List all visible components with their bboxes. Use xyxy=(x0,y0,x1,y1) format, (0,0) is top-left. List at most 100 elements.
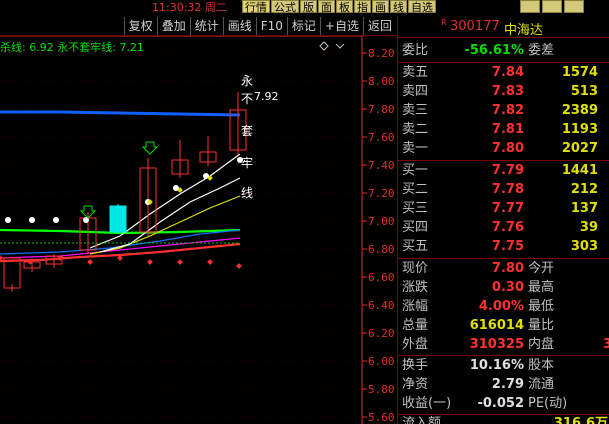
menu-item-6[interactable]: 画 xyxy=(372,0,389,14)
orderbook-label: 卖五 xyxy=(402,65,429,80)
orderbook-price: 7.76 xyxy=(491,220,524,235)
signal-dot xyxy=(5,217,11,223)
row-label-2: 内盘 xyxy=(528,337,555,352)
orderbook-price: 7.82 xyxy=(491,103,524,118)
row-label-2: 最高 xyxy=(528,280,555,295)
orderbook-price: 7.81 xyxy=(491,122,524,137)
price-tick-label: 6.20 xyxy=(368,327,395,340)
orderbook-label: 卖四 xyxy=(402,84,429,99)
orderbook-price: 7.84 xyxy=(491,65,524,80)
orderbook-label: 卖二 xyxy=(402,122,429,137)
quote-row: 现价 7.80 今开 xyxy=(398,260,609,278)
menu-item-5[interactable]: 指 xyxy=(354,0,371,14)
orderbook-row: 买四 7.76 39 xyxy=(398,219,609,237)
clock: 11:30:32 周二 xyxy=(152,1,227,14)
quote-row: 涨幅 4.00% 最低 xyxy=(398,298,609,316)
row-label: 净资 xyxy=(402,377,429,392)
main-menu: 行情 公式版面板指画线自选 xyxy=(242,0,437,14)
row-value: 310325 xyxy=(469,337,524,352)
toolbar-button-7[interactable]: 返回 xyxy=(362,17,396,35)
menu-item-3[interactable]: 面 xyxy=(318,0,335,14)
menu-item-4[interactable]: 板 xyxy=(336,0,353,14)
annotation-char: 永 xyxy=(241,74,254,88)
annotation-char: 不 xyxy=(241,92,254,106)
red-diamond xyxy=(147,259,153,265)
orderbook-price: 7.77 xyxy=(491,201,524,216)
close-icon[interactable] xyxy=(564,0,584,13)
row-value-2: 3 xyxy=(602,337,609,352)
kline-chart[interactable]: 杀线: 6.92 永不套牢线: 7.21 永不套牢线 7.92 8.20 8.00 7… xyxy=(0,36,396,424)
menu-item-7[interactable]: 线 xyxy=(390,0,407,14)
menu-item-0[interactable]: 行情 xyxy=(242,0,270,14)
orderbook-volume: 2389 xyxy=(561,103,598,118)
maximize-icon[interactable] xyxy=(542,0,562,13)
orderbook-row: 卖二 7.81 1193 xyxy=(398,121,609,139)
row-value: 616014 xyxy=(469,318,524,333)
row-label: 现价 xyxy=(402,261,429,276)
minimize-icon[interactable] xyxy=(520,0,540,13)
candle-body xyxy=(109,205,127,233)
chart-toolbar: 复权 叠加 统计 画线 F10 标记 +自选 返回 xyxy=(0,16,396,36)
stock-name[interactable]: 中海达 xyxy=(504,19,543,38)
toolbar-button-1[interactable]: 叠加 xyxy=(156,17,190,35)
margin-mark: R xyxy=(441,18,447,27)
row-label-2: 今开 xyxy=(528,261,555,276)
orderbook-row: 卖五 7.84 1574 xyxy=(398,64,609,82)
orderbook-price: 7.83 xyxy=(491,84,524,99)
menu-item-8[interactable]: 自选 xyxy=(408,0,436,14)
separator xyxy=(398,355,609,356)
toolbar-button-6[interactable]: +自选 xyxy=(319,17,363,35)
price-tick-label: 6.40 xyxy=(368,299,395,312)
buy-arrow-icon xyxy=(141,141,159,155)
signal-dot xyxy=(53,217,59,223)
orderbook-volume: 303 xyxy=(570,239,598,254)
wei-label: 委比 xyxy=(402,43,429,58)
orderbook-price: 7.80 xyxy=(491,141,524,156)
inflow-label: 流入额 xyxy=(402,416,442,424)
quote-row: 涨跌 0.30 最高 xyxy=(398,279,609,297)
wei-cha-label: 委差 xyxy=(528,43,555,58)
chevron-down-icon xyxy=(335,43,345,49)
orderbook-volume: 1441 xyxy=(561,163,598,178)
toolbar-buttons: 复权 叠加 统计 画线 F10 标记 +自选 返回 xyxy=(123,17,396,35)
row-label-2: 股本 xyxy=(528,358,555,373)
menu-item-2[interactable]: 版 xyxy=(300,0,317,14)
row-value: 4.00% xyxy=(478,299,524,314)
orderbook-row: 卖一 7.80 2027 xyxy=(398,140,609,158)
indicator-value-1: 6.92 xyxy=(29,41,54,54)
annotation-char: 套 xyxy=(241,124,254,138)
toolbar-button-0[interactable]: 复权 xyxy=(123,17,157,35)
price-tick-label: 7.40 xyxy=(368,159,395,172)
row-value: 7.80 xyxy=(491,261,524,276)
title-bar: 11:30:32 周二 行情 公式版面板指画线自选 xyxy=(0,0,609,14)
toolbar-button-4[interactable]: F10 xyxy=(255,17,287,35)
quote-row: 收益(一) -0.052 PE(动) xyxy=(398,395,609,413)
orderbook-volume: 2027 xyxy=(561,141,598,156)
orderbook-label: 买三 xyxy=(402,201,429,216)
chart-canvas[interactable] xyxy=(0,36,396,424)
orderbook-price: 7.78 xyxy=(491,182,524,197)
blue-resistance-line xyxy=(0,110,241,117)
diamond-icon xyxy=(319,41,329,51)
toolbar-button-5[interactable]: 标记 xyxy=(286,17,320,35)
price-tick-label: 7.80 xyxy=(368,103,395,116)
orderbook-price: 7.79 xyxy=(491,163,524,178)
quote-panel: R 300177 中海达 委比 -56.61% 委差 卖五 7.84 1574 卖四 7.83… xyxy=(397,16,609,424)
row-value: 10.16% xyxy=(469,358,524,373)
orderbook-volume: 39 xyxy=(579,220,598,235)
stock-code[interactable]: 300177 xyxy=(450,19,500,34)
orderbook-label: 买四 xyxy=(402,220,429,235)
row-label-2: 最低 xyxy=(528,299,555,314)
menu-item-1[interactable]: 公式 xyxy=(271,0,299,14)
annotation-char: 线 xyxy=(241,186,254,200)
orderbook-label: 买二 xyxy=(402,182,429,197)
orderbook-volume: 1574 xyxy=(561,65,598,80)
orderbook-row: 买二 7.78 212 xyxy=(398,181,609,199)
red-diamond xyxy=(207,259,213,265)
separator xyxy=(398,160,609,161)
orderbook-row: 买五 7.75 303 xyxy=(398,238,609,256)
toolbar-button-3[interactable]: 画线 xyxy=(222,17,256,35)
moving-average-line xyxy=(89,153,241,249)
toolbar-button-2[interactable]: 统计 xyxy=(189,17,223,35)
inflow-row: 流入额 316.6万 xyxy=(398,415,609,424)
